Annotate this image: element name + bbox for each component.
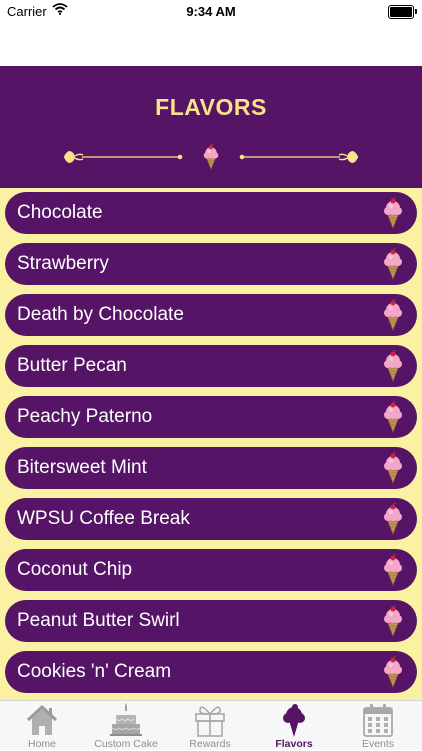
tab-custom-cake[interactable]: Custom Cake: [84, 701, 168, 751]
gift-icon: [195, 706, 225, 737]
tab-label: Flavors: [275, 738, 313, 750]
flavor-label: Coconut Chip: [17, 559, 133, 580]
ice-cream-icon: [283, 704, 305, 737]
ice-cream-icon: [381, 452, 405, 484]
flavor-label: Death by Chocolate: [17, 304, 184, 325]
flavor-row[interactable]: Peachy Paterno: [5, 396, 417, 438]
tab-flavors[interactable]: Flavors: [252, 701, 336, 751]
ornament-divider: [63, 144, 359, 170]
tab-bar: Home Custom Cake Rewards Flavors Events: [0, 700, 422, 750]
flavor-row[interactable]: Bitersweet Mint: [5, 447, 417, 489]
flavor-row[interactable]: WPSU Coffee Break: [5, 498, 417, 540]
flavor-label: Butter Pecan: [17, 355, 127, 376]
flavor-row[interactable]: Strawberry: [5, 243, 417, 285]
calendar-icon: [363, 704, 393, 737]
flavor-label: WPSU Coffee Break: [17, 508, 190, 529]
tab-rewards[interactable]: Rewards: [168, 701, 252, 751]
flavor-row[interactable]: Peanut Butter Swirl: [5, 600, 417, 642]
flavor-label: Cookies 'n' Cream: [17, 661, 172, 682]
flavors-header: FLAVORS: [0, 66, 422, 188]
tab-label: Rewards: [189, 738, 231, 750]
flavor-row[interactable]: Butter Pecan: [5, 345, 417, 387]
flavor-row[interactable]: Coconut Chip: [5, 549, 417, 591]
page-title: FLAVORS: [155, 94, 267, 120]
tab-label: Custom Cake: [94, 738, 158, 750]
flavor-list[interactable]: Chocolate Strawberry Death by Chocolate …: [0, 188, 422, 700]
flavor-row[interactable]: Death by Chocolate: [5, 294, 417, 336]
flavor-label: Chocolate: [17, 202, 103, 223]
tab-events[interactable]: Events: [336, 701, 420, 751]
tab-label: Home: [27, 738, 56, 750]
ice-cream-icon: [381, 401, 405, 433]
ice-cream-icon: [381, 299, 405, 331]
ice-cream-icon: [381, 503, 405, 535]
ice-cream-icon: [381, 350, 405, 382]
ice-cream-icon: [381, 197, 405, 229]
flavor-row[interactable]: Cookies 'n' Cream: [5, 651, 417, 693]
ice-cream-icon: [381, 248, 405, 280]
flavor-label: Strawberry: [17, 253, 109, 274]
ice-cream-icon: [381, 554, 405, 586]
house-icon: [26, 705, 58, 735]
status-bar: Carrier 9:34 AM: [0, 0, 422, 22]
cake-icon: [110, 703, 142, 736]
flavor-label: Bitersweet Mint: [17, 457, 147, 478]
ice-cream-icon: [381, 605, 405, 637]
tab-label: Events: [361, 738, 395, 750]
battery-icon: [388, 5, 417, 19]
ice-cream-icon: [381, 656, 405, 688]
clock: 9:34 AM: [186, 4, 236, 19]
flavor-label: Peachy Paterno: [17, 406, 153, 427]
tab-home[interactable]: Home: [0, 701, 84, 751]
flavor-row[interactable]: Chocolate: [5, 192, 417, 234]
flavor-label: Peanut Butter Swirl: [17, 610, 180, 631]
